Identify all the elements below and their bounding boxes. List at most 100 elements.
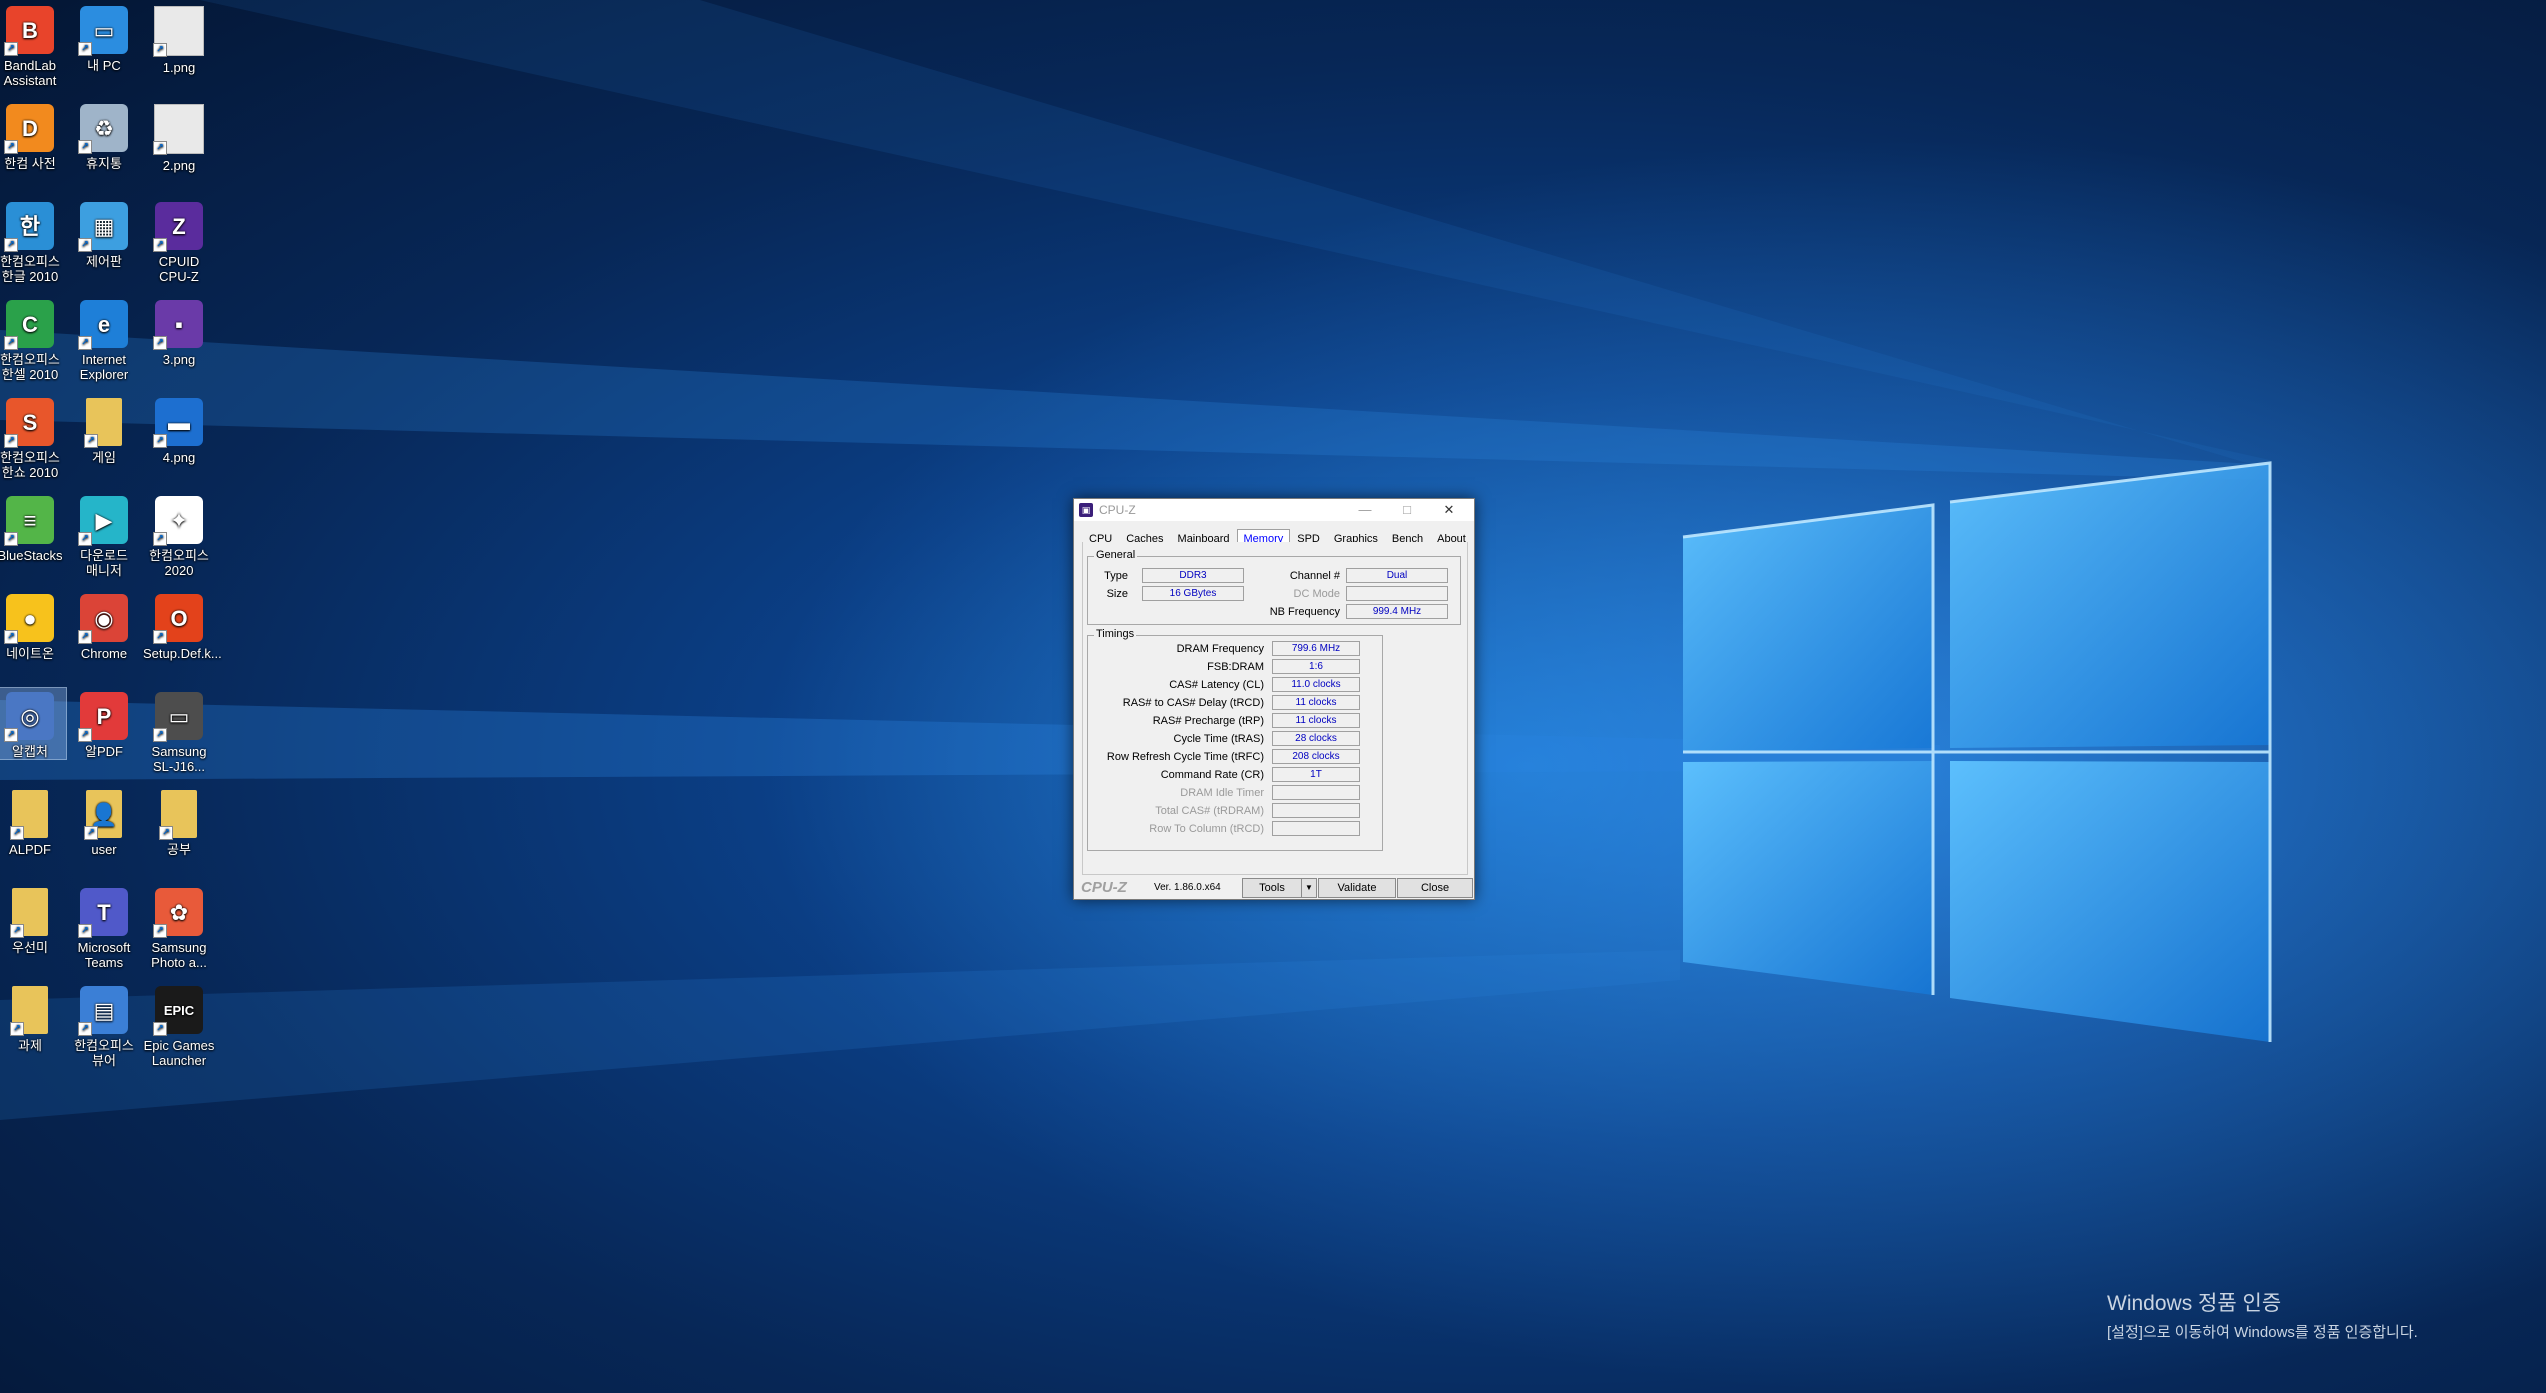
title-bar[interactable]: ▣ CPU-Z — □ ✕ [1074, 499, 1474, 521]
version-label: Ver. 1.86.0.x64 [1154, 882, 1221, 893]
desktop-icon[interactable]: ↗ 2.png [143, 100, 215, 173]
shortcut-arrow-icon: ↗ [10, 826, 24, 840]
shortcut-arrow-icon: ↗ [4, 532, 18, 546]
desktop-icon[interactable]: ✦ ↗ 한컴오피스 2020 [143, 492, 215, 578]
desktop-icon-label: Microsoft Teams [77, 940, 131, 970]
desktop-icon[interactable]: P ↗ 알PDF [68, 688, 140, 759]
size-label: Size [1106, 588, 1128, 600]
alcapture-icon: ◎ ↗ [4, 692, 54, 742]
desktop-icon[interactable]: ↗ 과제 [0, 982, 66, 1053]
general-title: General [1094, 549, 1138, 561]
internet-explorer-icon: e ↗ [78, 300, 128, 350]
minimize-button[interactable]: — [1344, 499, 1386, 521]
tools-dropdown-button[interactable]: ▼ [1301, 878, 1317, 898]
desktop-icon-label: 과제 [18, 1038, 42, 1053]
window-title: CPU-Z [1099, 503, 1136, 517]
desktop-icon[interactable]: B ↗ BandLab Assistant [0, 2, 66, 88]
shortcut-arrow-icon: ↗ [4, 140, 18, 154]
timing-label: DRAM Idle Timer [1180, 787, 1264, 799]
shortcut-arrow-icon: ↗ [78, 532, 92, 546]
desktop-icon[interactable]: ✿ ↗ Samsung Photo a... [143, 884, 215, 970]
activation-watermark: Windows 정품 인증 [설정]으로 이동하여 Windows를 정품 인증… [2107, 1287, 2418, 1342]
desktop-icon[interactable]: ↗ 1.png [143, 2, 215, 75]
desktop-icon[interactable]: ▤ ↗ 한컴오피스 뷰어 [68, 982, 140, 1068]
desktop-icon-label: 한컴오피스 한쇼 2010 [0, 450, 60, 480]
desktop-icon[interactable]: C ↗ 한컴오피스 한셀 2010 [0, 296, 66, 382]
desktop-icon-label: Samsung Photo a... [151, 940, 207, 970]
chrome-icon: ◉ ↗ [78, 594, 128, 644]
desktop-icon[interactable]: ≡ ↗ BlueStacks [0, 492, 66, 563]
dc-mode-value [1346, 586, 1448, 601]
timing-value: 28 clocks [1272, 731, 1360, 746]
desktop-icon[interactable]: ▶ ↗ 다운로드 매니저 [68, 492, 140, 578]
desktop-icon[interactable]: Z ↗ CPUID CPU-Z [143, 198, 215, 284]
desktop-icon-label: 4.png [162, 450, 196, 465]
desktop-icon[interactable]: ↗ 공부 [143, 786, 215, 857]
desktop-icon[interactable]: 한 ↗ 한컴오피스 한글 2010 [0, 198, 66, 284]
desktop-icon[interactable]: ▪ ↗ 3.png [143, 296, 215, 367]
channel-label: Channel # [1289, 570, 1340, 582]
desktop-icon[interactable]: ◉ ↗ Chrome [68, 590, 140, 661]
cpuz-brand-logo: CPU-Z [1081, 879, 1127, 896]
folder-icon: ↗ [10, 790, 48, 840]
desktop-icon[interactable]: S ↗ 한컴오피스 한쇼 2010 [0, 394, 66, 480]
desktop-icon[interactable]: ↗ ALPDF [0, 786, 66, 857]
desktop-icon-label: 우선미 [12, 940, 48, 955]
desktop-icon[interactable]: ▬ ↗ 4.png [143, 394, 215, 465]
shortcut-arrow-icon: ↗ [153, 1022, 167, 1036]
desktop-icon[interactable]: 👤 ↗ user [68, 786, 140, 857]
desktop-icon[interactable]: ◎ ↗ 알캡처 [0, 687, 67, 760]
desktop-icon-label: 한컴오피스 2020 [149, 548, 209, 578]
desktop-icon[interactable]: ▭ ↗ Samsung SL-J16... [143, 688, 215, 774]
desktop-icon[interactable]: ● ↗ 네이트온 [0, 590, 66, 661]
close-window-button[interactable]: ✕ [1428, 499, 1470, 521]
bluestacks-icon: ≡ ↗ [4, 496, 54, 546]
shortcut-arrow-icon: ↗ [78, 728, 92, 742]
desktop-icon[interactable]: ↗ 게임 [68, 394, 140, 465]
timing-label: DRAM Frequency [1176, 643, 1264, 655]
timing-value: 208 clocks [1272, 749, 1360, 764]
nateon-icon: ● ↗ [4, 594, 54, 644]
desktop-icon-label: 내 PC [87, 58, 121, 73]
shortcut-arrow-icon: ↗ [153, 336, 167, 350]
folder-icon: ↗ [10, 888, 48, 938]
timing-value: 799.6 MHz [1272, 641, 1360, 656]
desktop-icon[interactable]: ↗ 우선미 [0, 884, 66, 955]
desktop-icon-label: 다운로드 매니저 [80, 548, 128, 578]
timings-group: Timings DRAM Frequency 799.6 MHz FSB:DRAM 1… [1087, 628, 1383, 851]
folder-icon: ↗ [84, 398, 122, 448]
desktop-icon[interactable]: e ↗ Internet Explorer [68, 296, 140, 382]
shortcut-arrow-icon: ↗ [4, 238, 18, 252]
desktop-icon[interactable]: ▭ ↗ 내 PC [68, 2, 140, 73]
folder-icon: ↗ [159, 790, 197, 840]
desktop-icon[interactable]: T ↗ Microsoft Teams [68, 884, 140, 970]
shortcut-arrow-icon: ↗ [4, 42, 18, 56]
desktop-icon-label: 알캡처 [12, 744, 48, 759]
cpuz-icon: Z ↗ [153, 202, 203, 252]
epic-games-icon: EPIC ↗ [153, 986, 203, 1036]
desktop-icon-label: BlueStacks [0, 548, 63, 563]
tools-button[interactable]: Tools [1242, 878, 1302, 898]
shortcut-arrow-icon: ↗ [153, 630, 167, 644]
maximize-button[interactable]: □ [1386, 499, 1428, 521]
recycle-bin-icon: ♻ ↗ [78, 104, 128, 154]
desktop-icon-label: Samsung SL-J16... [151, 744, 207, 774]
shortcut-arrow-icon: ↗ [153, 43, 167, 57]
shortcut-arrow-icon: ↗ [78, 924, 92, 938]
desktop-icon[interactable]: ♻ ↗ 휴지통 [68, 100, 140, 171]
desktop-icon[interactable]: O ↗ Setup.Def.k... [143, 590, 222, 661]
timing-label: CAS# Latency (CL) [1169, 679, 1264, 691]
logo-pane-top-right [1950, 463, 2270, 748]
desktop-icon[interactable]: EPIC ↗ Epic Games Launcher [143, 982, 215, 1068]
shortcut-arrow-icon: ↗ [78, 140, 92, 154]
desktop-icon-label: BandLab Assistant [3, 58, 57, 88]
validate-button[interactable]: Validate [1318, 878, 1396, 898]
shortcut-arrow-icon: ↗ [10, 924, 24, 938]
desktop-icon-grid: B ↗ BandLab Assistant ▭ ↗ 내 PC ↗ 1.png D ↗ 한컴 사전 ♻ ↗… [0, 0, 222, 1393]
close-button[interactable]: Close [1397, 878, 1473, 898]
folder-icon: ↗ [10, 986, 48, 1036]
desktop-icon[interactable]: ▦ ↗ 제어판 [68, 198, 140, 269]
office-icon: O ↗ [153, 594, 203, 644]
desktop-icon[interactable]: D ↗ 한컴 사전 [0, 100, 66, 171]
desktop-icon-label: Epic Games Launcher [143, 1038, 215, 1068]
